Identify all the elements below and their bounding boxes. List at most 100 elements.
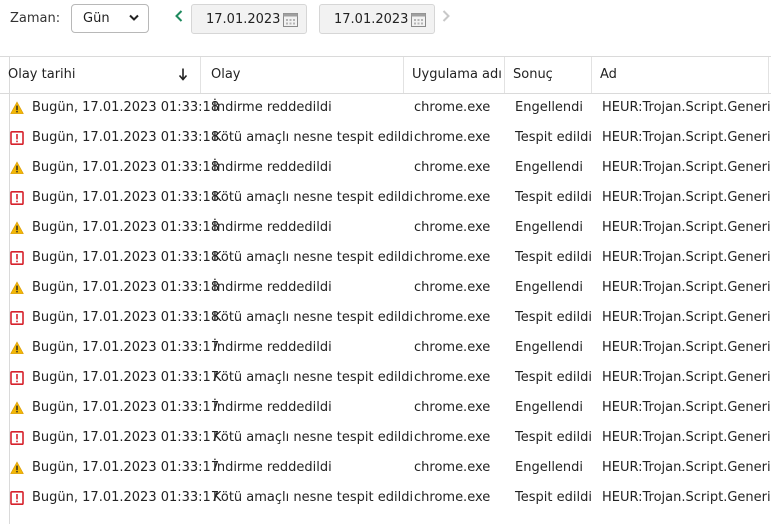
table-row[interactable]: Bugün, 17.01.2023 01:33:17 Kötü amaçlı ne… xyxy=(0,424,771,454)
cell-event: Kötü amaçlı nesne tespit edildi xyxy=(213,250,414,265)
cell-result: Engellendi xyxy=(515,160,584,175)
cell-result: Tespit edildi xyxy=(515,190,592,205)
cell-result: Engellendi xyxy=(515,460,584,475)
cell-result: Tespit edildi xyxy=(515,430,592,445)
cell-app-name: chrome.exe xyxy=(414,370,491,385)
column-header-event-date[interactable]: Olay tarihi xyxy=(0,57,199,93)
cell-name: HEUR:Trojan.Script.Generic xyxy=(602,280,771,295)
cell-name: HEUR:Trojan.Script.Generic xyxy=(602,310,771,325)
cell-name: HEUR:Trojan.Script.Generic xyxy=(602,430,771,445)
cell-app-name: chrome.exe xyxy=(414,160,491,175)
chevron-left-icon[interactable] xyxy=(175,10,183,22)
threat-icon xyxy=(10,251,24,265)
cell-event: İndirme reddedildi xyxy=(213,220,332,235)
events-table: Olay tarihi Olay Uygulama adı Sonuç Ad B… xyxy=(0,56,771,524)
threat-icon xyxy=(10,131,24,145)
threat-icon xyxy=(10,431,24,445)
cell-event-date: Bugün, 17.01.2023 01:33:17 xyxy=(32,370,220,385)
table-row[interactable]: Bugün, 17.01.2023 01:33:18 İndirme redded… xyxy=(0,94,771,124)
cell-event-date: Bugün, 17.01.2023 01:33:17 xyxy=(32,400,220,415)
column-header-event[interactable]: Olay xyxy=(201,57,403,93)
calendar-icon[interactable] xyxy=(411,12,426,27)
time-label: Zaman: xyxy=(10,11,61,26)
cell-name: HEUR:Trojan.Script.Generic xyxy=(602,160,771,175)
table-row[interactable]: Bugün, 17.01.2023 01:33:18 Kötü amaçlı ne… xyxy=(0,244,771,274)
table-row[interactable]: Bugün, 17.01.2023 01:33:18 İndirme redded… xyxy=(0,154,771,184)
cell-app-name: chrome.exe xyxy=(414,280,491,295)
cell-event: İndirme reddedildi xyxy=(213,160,332,175)
cell-name: HEUR:Trojan.Script.Generic xyxy=(602,250,771,265)
chevron-down-icon xyxy=(129,14,139,21)
table-row[interactable]: Bugün, 17.01.2023 01:33:18 İndirme redded… xyxy=(0,274,771,304)
cell-event-date: Bugün, 17.01.2023 01:33:18 xyxy=(32,100,220,115)
date-from-field[interactable]: 17.01.2023 xyxy=(191,4,307,34)
cell-event: Kötü amaçlı nesne tespit edildi xyxy=(213,490,414,505)
cell-event: İndirme reddedildi xyxy=(213,460,332,475)
table-row[interactable]: Bugün, 17.01.2023 01:33:17 İndirme redded… xyxy=(0,334,771,364)
cell-event-date: Bugün, 17.01.2023 01:33:18 xyxy=(32,190,220,205)
table-row[interactable]: Bugün, 17.01.2023 01:33:17 Kötü amaçlı ne… xyxy=(0,484,771,514)
cell-app-name: chrome.exe xyxy=(414,490,491,505)
cell-name: HEUR:Trojan.Script.Generic xyxy=(602,340,771,355)
cell-app-name: chrome.exe xyxy=(414,250,491,265)
cell-result: Tespit edildi xyxy=(515,490,592,505)
cell-name: HEUR:Trojan.Script.Generic xyxy=(602,100,771,115)
cell-result: Tespit edildi xyxy=(515,130,592,145)
cell-app-name: chrome.exe xyxy=(414,400,491,415)
cell-event: Kötü amaçlı nesne tespit edildi xyxy=(213,370,414,385)
cell-result: Tespit edildi xyxy=(515,250,592,265)
column-separator[interactable] xyxy=(768,57,769,93)
cell-name: HEUR:Trojan.Script.Generic xyxy=(602,370,771,385)
table-row[interactable]: Bugün, 17.01.2023 01:33:17 İndirme redded… xyxy=(0,394,771,424)
cell-result: Engellendi xyxy=(515,280,584,295)
column-header-name[interactable]: Ad xyxy=(592,57,771,93)
table-row[interactable]: Bugün, 17.01.2023 01:33:18 Kötü amaçlı ne… xyxy=(0,184,771,214)
cell-app-name: chrome.exe xyxy=(414,430,491,445)
cell-name: HEUR:Trojan.Script.Generic xyxy=(602,400,771,415)
cell-name: HEUR:Trojan.Script.Generic xyxy=(602,190,771,205)
cell-event-date: Bugün, 17.01.2023 01:33:17 xyxy=(32,430,220,445)
date-to-value: 17.01.2023 xyxy=(334,12,409,27)
cell-event: İndirme reddedildi xyxy=(213,400,332,415)
cell-name: HEUR:Trojan.Script.Generic xyxy=(602,130,771,145)
cell-event-date: Bugün, 17.01.2023 01:33:18 xyxy=(32,250,220,265)
warning-icon xyxy=(10,281,24,295)
table-row[interactable]: Bugün, 17.01.2023 01:33:18 İndirme redded… xyxy=(0,214,771,244)
cell-result: Engellendi xyxy=(515,100,584,115)
table-header: Olay tarihi Olay Uygulama adı Sonuç Ad xyxy=(0,57,771,94)
cell-event: Kötü amaçlı nesne tespit edildi xyxy=(213,130,414,145)
table-row[interactable]: Bugün, 17.01.2023 01:33:18 Kötü amaçlı ne… xyxy=(0,304,771,334)
threat-icon xyxy=(10,191,24,205)
table-row[interactable]: Bugün, 17.01.2023 01:33:18 Kötü amaçlı ne… xyxy=(0,124,771,154)
cell-result: Engellendi xyxy=(515,400,584,415)
cell-event-date: Bugün, 17.01.2023 01:33:17 xyxy=(32,490,220,505)
toolbar: Zaman: Gün 17.01.2023 17.01.2023 xyxy=(0,0,771,40)
date-to-field[interactable]: 17.01.2023 xyxy=(319,4,435,34)
cell-app-name: chrome.exe xyxy=(414,100,491,115)
cell-event-date: Bugün, 17.01.2023 01:33:18 xyxy=(32,130,220,145)
table-row[interactable]: Bugün, 17.01.2023 01:33:17 İndirme redded… xyxy=(0,454,771,484)
period-select[interactable]: Gün xyxy=(71,4,149,33)
cell-event: İndirme reddedildi xyxy=(213,100,332,115)
cell-event: Kötü amaçlı nesne tespit edildi xyxy=(213,190,414,205)
cell-event-date: Bugün, 17.01.2023 01:33:17 xyxy=(32,460,220,475)
cell-event-date: Bugün, 17.01.2023 01:33:17 xyxy=(32,340,220,355)
chevron-right-icon xyxy=(442,10,450,22)
cell-app-name: chrome.exe xyxy=(414,130,491,145)
warning-icon xyxy=(10,401,24,415)
column-header-app-name[interactable]: Uygulama adı xyxy=(404,57,504,93)
cell-event-date: Bugün, 17.01.2023 01:33:18 xyxy=(32,220,220,235)
cell-result: Engellendi xyxy=(515,220,584,235)
threat-icon xyxy=(10,311,24,325)
cell-name: HEUR:Trojan.Script.Generic xyxy=(602,490,771,505)
period-value: Gün xyxy=(83,11,110,26)
cell-event: İndirme reddedildi xyxy=(213,280,332,295)
cell-event: Kötü amaçlı nesne tespit edildi xyxy=(213,430,414,445)
warning-icon xyxy=(10,341,24,355)
warning-icon xyxy=(10,161,24,175)
table-row[interactable]: Bugün, 17.01.2023 01:33:17 Kötü amaçlı ne… xyxy=(0,364,771,394)
cell-result: Engellendi xyxy=(515,340,584,355)
date-from-value: 17.01.2023 xyxy=(206,12,281,27)
column-header-result[interactable]: Sonuç xyxy=(505,57,591,93)
calendar-icon[interactable] xyxy=(283,12,298,27)
